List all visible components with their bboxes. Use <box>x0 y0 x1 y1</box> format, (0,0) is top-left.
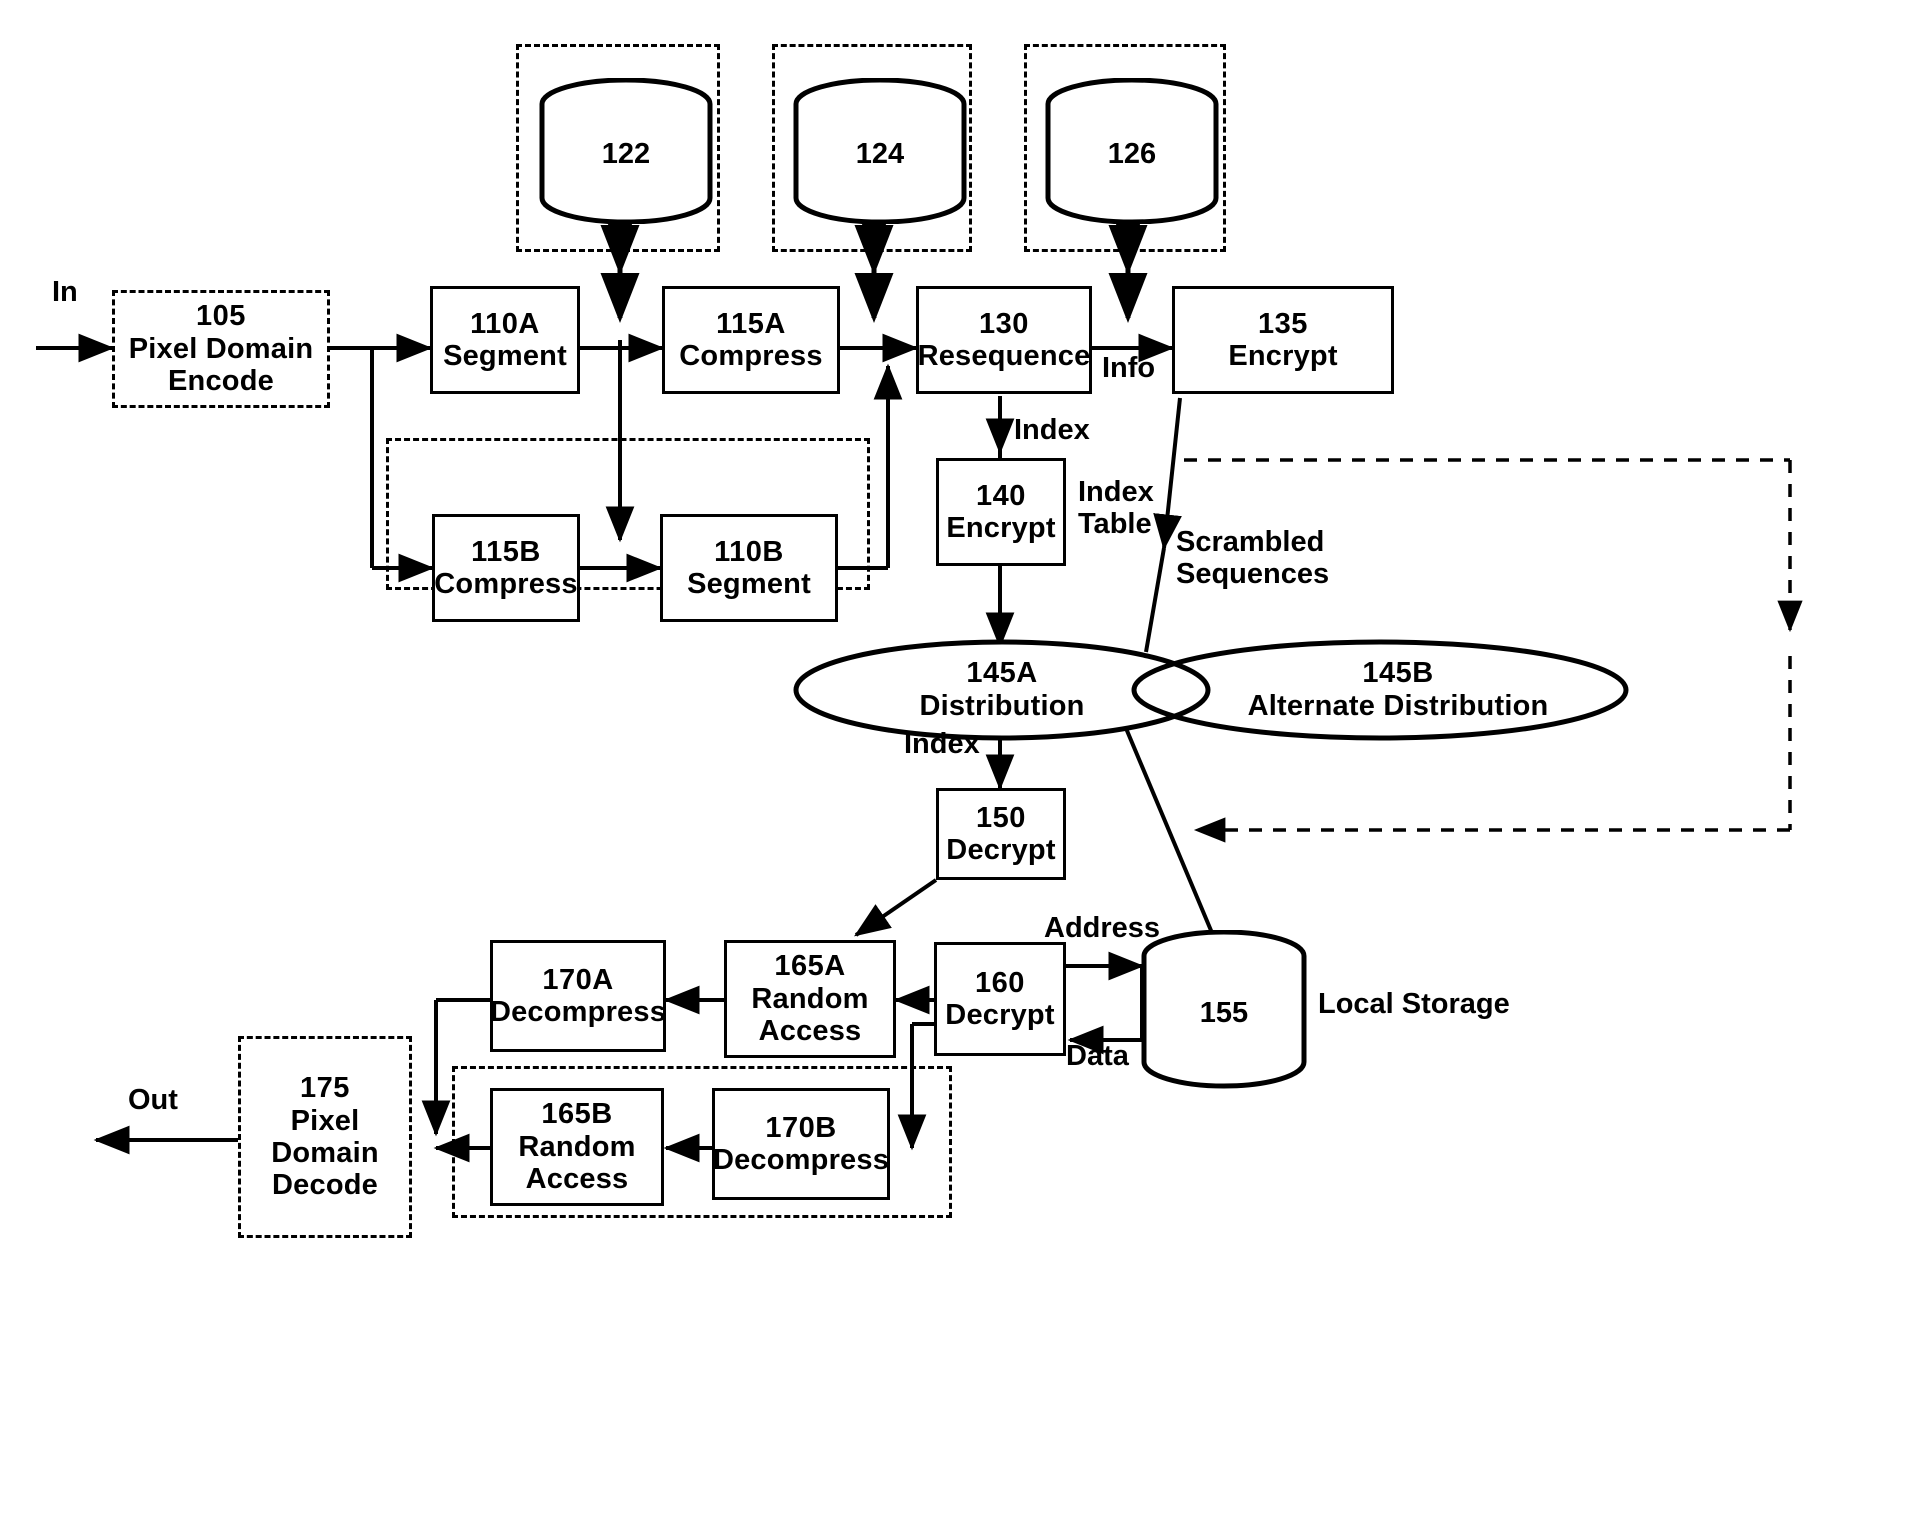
block-175-pixel-domain-decode[interactable]: 175 Pixel Domain Decode <box>238 1036 412 1238</box>
block-105-num: 105 <box>196 300 246 333</box>
block-165A-line2: Access <box>758 1015 862 1048</box>
block-140-encrypt[interactable]: 140 Encrypt <box>936 458 1066 566</box>
block-115A-label: Compress <box>679 340 823 372</box>
edge-label-address: Address <box>1044 912 1161 944</box>
block-165A-line1: Random <box>751 982 869 1015</box>
datastore-124: 124 <box>792 77 968 225</box>
block-165A-random-access[interactable]: 165A Random Access <box>724 940 896 1058</box>
block-110A-label: Segment <box>443 340 567 372</box>
edge-label-index-top: Index <box>1014 414 1090 446</box>
block-175-line1: Pixel <box>290 1104 360 1137</box>
block-135-encrypt[interactable]: 135 Encrypt <box>1172 286 1394 394</box>
block-175-num: 175 <box>300 1072 350 1105</box>
block-115B-num: 115B <box>471 535 541 568</box>
block-165B-num: 165B <box>541 1098 613 1131</box>
block-130-num: 130 <box>979 307 1029 340</box>
distribution-145B-label: Alternate Distribution <box>1247 690 1549 722</box>
block-110B-label: Segment <box>687 568 811 600</box>
block-170B-num: 170B <box>765 1111 837 1144</box>
edge-label-index-bottom: Index <box>904 728 980 760</box>
block-175-line2: Domain <box>271 1137 379 1169</box>
block-170A-num: 170A <box>542 963 614 996</box>
block-160-num: 160 <box>975 966 1025 999</box>
block-160-label: Decrypt <box>945 999 1055 1031</box>
datastore-122-label: 122 <box>602 138 650 170</box>
distribution-145B: 145B Alternate Distribution <box>1130 638 1630 742</box>
caption-local-storage: Local Storage <box>1318 988 1510 1020</box>
edge-label-info: Info <box>1102 352 1156 384</box>
input-label-in: In <box>52 276 78 308</box>
block-170A-decompress[interactable]: 170A Decompress <box>490 940 666 1052</box>
block-165B-line1: Random <box>518 1130 636 1163</box>
distribution-145A-label: Distribution <box>919 690 1085 722</box>
output-label-out: Out <box>128 1084 178 1116</box>
block-110B-segment[interactable]: 110B Segment <box>660 514 838 622</box>
datastore-126: 126 <box>1044 77 1220 225</box>
figure-canvas: 122 124 126 155 145A Distribution 145B A… <box>0 0 1905 1533</box>
distribution-145B-num: 145B <box>1362 657 1434 689</box>
block-135-num: 135 <box>1258 307 1308 340</box>
block-135-label: Encrypt <box>1228 340 1338 372</box>
block-130-resequence[interactable]: 130 Resequence <box>916 286 1092 394</box>
block-115B-compress[interactable]: 115B Compress <box>432 514 580 622</box>
edge-label-data: Data <box>1066 1040 1129 1072</box>
distribution-145A-num: 145A <box>966 657 1038 689</box>
block-105-line2: Encode <box>168 365 274 398</box>
block-175-line3: Decode <box>272 1169 378 1202</box>
edge-label-scrambled-line2: Sequences <box>1176 558 1330 590</box>
block-110A-segment[interactable]: 110A Segment <box>430 286 580 394</box>
block-140-num: 140 <box>976 479 1026 512</box>
block-115A-num: 115A <box>716 307 786 340</box>
block-105-pixel-domain-encode[interactable]: 105 Pixel Domain Encode <box>112 290 330 408</box>
block-165B-line2: Access <box>525 1163 629 1196</box>
datastore-122: 122 <box>538 77 714 225</box>
block-150-decrypt[interactable]: 150 Decrypt <box>936 788 1066 880</box>
block-110B-num: 110B <box>714 535 784 568</box>
datastore-126-label: 126 <box>1108 138 1156 170</box>
block-130-label: Resequence <box>917 340 1091 372</box>
block-170A-label: Decompress <box>489 996 667 1028</box>
block-110A-num: 110A <box>470 307 540 340</box>
block-115B-label: Compress <box>434 568 578 600</box>
block-140-label: Encrypt <box>946 512 1056 544</box>
block-165A-num: 165A <box>774 950 846 983</box>
block-150-num: 150 <box>976 801 1026 834</box>
datastore-155-local-storage: 155 <box>1140 929 1308 1090</box>
datastore-124-label: 124 <box>856 138 904 170</box>
block-170B-label: Decompress <box>712 1144 890 1176</box>
block-160-decrypt[interactable]: 160 Decrypt <box>934 942 1066 1056</box>
datastore-155-label: 155 <box>1200 997 1248 1029</box>
block-165B-random-access[interactable]: 165B Random Access <box>490 1088 664 1206</box>
edge-label-index-table-line1: Index <box>1078 476 1154 508</box>
edge-label-scrambled-line1: Scrambled <box>1176 526 1325 558</box>
block-150-label: Decrypt <box>946 834 1056 866</box>
block-105-line1: Pixel Domain <box>128 332 314 365</box>
edge-label-index-table-line2: Table <box>1078 508 1152 540</box>
block-115A-compress[interactable]: 115A Compress <box>662 286 840 394</box>
block-170B-decompress[interactable]: 170B Decompress <box>712 1088 890 1200</box>
